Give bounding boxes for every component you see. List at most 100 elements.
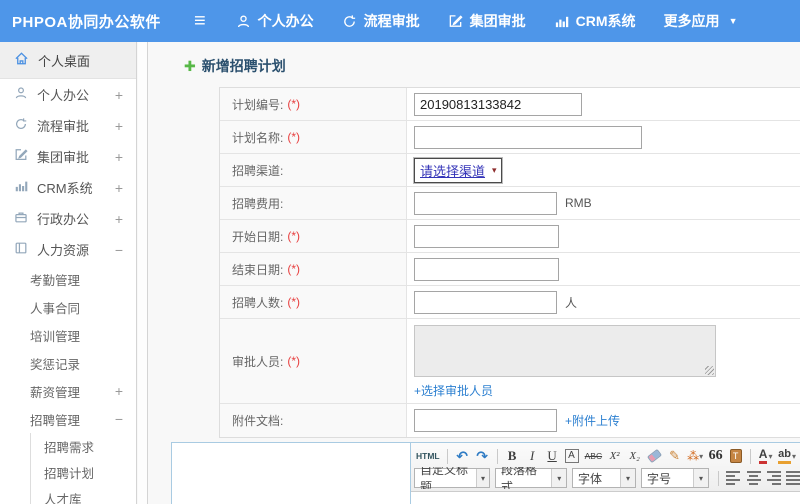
custom-title-select[interactable]: 自定义标题 ▾ xyxy=(414,467,490,489)
auto-typeset-button[interactable]: ⁂ ▾ xyxy=(685,447,705,466)
sidebar-item-salary-mgmt[interactable]: 薪资管理 + xyxy=(0,377,136,405)
sidebar-item-admin-office[interactable]: 行政办公 + xyxy=(0,203,136,234)
toolbar-separator xyxy=(750,448,752,464)
superscript-button[interactable]: X² xyxy=(605,447,624,466)
toolbar-separator xyxy=(496,448,498,464)
recruit-cost-input[interactable] xyxy=(414,191,557,215)
expand-icon[interactable]: + xyxy=(115,180,123,196)
sidebar-item-attendance-mgmt[interactable]: 考勤管理 xyxy=(0,265,136,293)
collapse-icon[interactable]: − xyxy=(115,411,123,427)
sidebar-item-process-approval[interactable]: 流程审批 + xyxy=(0,110,136,141)
edit-icon xyxy=(448,14,463,29)
flow-icon xyxy=(14,117,28,134)
nav-process-approval[interactable]: 流程审批 xyxy=(342,11,420,31)
plan-number-input[interactable] xyxy=(414,92,582,116)
dropdown-caret-icon: ▾ xyxy=(768,451,773,461)
form-row-recruit-cost: 招聘费用: RMB xyxy=(220,187,800,220)
strikethrough-button[interactable]: ABC xyxy=(583,447,604,466)
dropdown-caret-icon: ▾ xyxy=(475,469,489,487)
start-date-input[interactable] xyxy=(414,224,559,248)
resize-handle[interactable] xyxy=(705,366,714,375)
underline-button[interactable]: U xyxy=(543,447,562,466)
sidebar-item-human-resources[interactable]: 人力资源 − xyxy=(0,234,136,265)
expand-icon[interactable]: + xyxy=(115,87,123,103)
user-icon xyxy=(14,86,28,103)
toolbar-separator xyxy=(718,470,719,486)
form-row-recruit-channel: 招聘渠道: 请选择渠道 ▾ xyxy=(220,154,800,187)
flow-icon xyxy=(342,14,357,29)
toolbar-row-1: HTML ↶ ↷ B I U A ABC X² X₂ ✎ ⁂ ▾ 66 T A … xyxy=(414,445,800,467)
collapse-icon[interactable]: − xyxy=(115,242,123,258)
sidebar-item-talent-pool[interactable]: 人才库 xyxy=(31,485,136,504)
expand-icon[interactable]: + xyxy=(115,118,123,134)
redo-icon[interactable]: ↷ xyxy=(473,447,492,466)
dropdown-caret-icon: ▾ xyxy=(791,451,796,461)
headcount-input[interactable] xyxy=(414,290,557,314)
form-row-plan-number: 计划编号: (*) xyxy=(220,88,800,121)
sidebar-item-reward-records[interactable]: 奖惩记录 xyxy=(0,349,136,377)
italic-button[interactable]: I xyxy=(523,447,542,466)
add-icon: ✚ xyxy=(184,57,196,74)
sidebar-item-personal-office[interactable]: 个人办公 + xyxy=(0,79,136,110)
align-right-icon[interactable] xyxy=(764,469,783,488)
sidebar-item-recruit-demand[interactable]: 招聘需求 xyxy=(31,433,136,459)
sidebar-item-hr-contracts[interactable]: 人事合同 xyxy=(0,293,136,321)
html-source-button[interactable]: HTML xyxy=(414,447,442,466)
user-icon xyxy=(236,14,251,29)
char-border-button[interactable]: A xyxy=(563,447,582,466)
book-icon xyxy=(14,241,28,258)
bold-button[interactable]: B xyxy=(503,447,522,466)
undo-icon[interactable]: ↶ xyxy=(453,447,472,466)
select-approvers-link[interactable]: +选择审批人员 xyxy=(414,382,493,399)
eraser-icon xyxy=(647,448,663,464)
sidebar-item-crm-system[interactable]: CRM系统 + xyxy=(0,172,136,203)
align-center-icon[interactable] xyxy=(744,469,763,488)
sidebar-item-recruit-mgmt[interactable]: 招聘管理 − xyxy=(0,405,136,433)
align-left-icon[interactable] xyxy=(724,469,743,488)
expand-icon[interactable]: + xyxy=(115,383,123,399)
recruit-submenu: 招聘需求 招聘计划 人才库 xyxy=(30,433,136,504)
expand-icon[interactable]: + xyxy=(115,149,123,165)
main-content: ✚ 新增招聘计划 计划编号:(*) 计划名称:(*) 招聘渠道: 请选择渠道 ▾… xyxy=(149,42,800,504)
format-painter-icon[interactable]: ✎ xyxy=(665,447,684,466)
nav-group-approval[interactable]: 集团审批 xyxy=(448,11,526,31)
paste-button[interactable]: T xyxy=(726,447,745,466)
dropdown-caret-icon: ▾ xyxy=(693,469,708,487)
remove-format-button[interactable] xyxy=(645,447,664,466)
menu-icon[interactable]: ≡ xyxy=(194,11,206,31)
paragraph-format-select[interactable]: 段落格式 ▾ xyxy=(495,467,567,489)
font-size-select[interactable]: 字号 ▾ xyxy=(641,468,709,488)
rich-text-editor: HTML ↶ ↷ B I U A ABC X² X₂ ✎ ⁂ ▾ 66 T A … xyxy=(411,443,800,504)
recruit-plan-form: 计划编号:(*) 计划名称:(*) 招聘渠道: 请选择渠道 ▾ 招聘费用: RM… xyxy=(219,87,800,438)
attachment-input[interactable] xyxy=(414,409,557,432)
plan-name-input[interactable] xyxy=(414,125,642,149)
nav-more-apps[interactable]: 更多应用 ▼ xyxy=(664,11,738,31)
upload-attachment-link[interactable]: +附件上传 xyxy=(565,412,620,429)
sidebar-item-group-approval[interactable]: 集团审批 + xyxy=(0,141,136,172)
subscript-button[interactable]: X₂ xyxy=(625,447,644,466)
font-color-button[interactable]: A ▾ xyxy=(756,447,775,466)
nav-crm-system[interactable]: CRM系统 xyxy=(554,11,636,31)
sidebar-scrollbar-track[interactable] xyxy=(138,42,148,504)
dropdown-caret-icon: ▾ xyxy=(492,164,497,175)
expand-icon[interactable]: + xyxy=(115,211,123,227)
channel-select[interactable]: 请选择渠道 ▾ xyxy=(414,157,502,183)
nav-personal-office[interactable]: 个人办公 xyxy=(236,11,314,31)
chevron-down-icon: ▼ xyxy=(728,16,738,26)
bar-chart-icon xyxy=(554,14,569,29)
editor-content-area[interactable] xyxy=(411,492,800,504)
form-row-attachment: 附件文档: +附件上传 xyxy=(220,404,800,437)
approvers-textarea[interactable] xyxy=(414,325,716,377)
font-family-select[interactable]: 字体 ▾ xyxy=(572,468,636,488)
highlight-color-button[interactable]: ab ▾ xyxy=(776,447,798,466)
sidebar-item-personal-desktop[interactable]: 个人桌面 xyxy=(0,42,136,79)
form-row-start-date: 开始日期: (*) xyxy=(220,220,800,253)
toolbar-row-2: 自定义标题▾ 段落格式▾ 字体▾ 字号▾ ∞ xyxy=(414,467,800,489)
align-justify-icon[interactable] xyxy=(784,469,800,488)
end-date-input[interactable] xyxy=(414,257,559,281)
blockquote-button[interactable]: 66 xyxy=(706,447,725,466)
sidebar-item-recruit-plan[interactable]: 招聘计划 xyxy=(31,459,136,485)
briefcase-icon xyxy=(14,210,28,227)
home-icon xyxy=(14,51,29,69)
sidebar-item-training-mgmt[interactable]: 培训管理 xyxy=(0,321,136,349)
